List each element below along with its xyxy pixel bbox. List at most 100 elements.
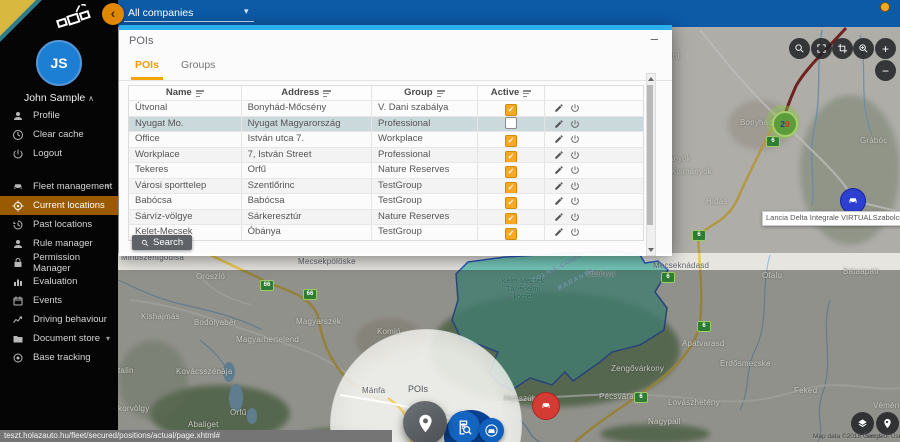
company-selector[interactable]: All companies (128, 7, 193, 19)
active-checkbox[interactable]: ✓ (505, 228, 517, 240)
sidebar-item-driving-behaviour[interactable]: Driving behaviour (0, 310, 118, 329)
edit-poi-button[interactable] (554, 212, 564, 222)
dialog-tabs: POIs Groups (119, 54, 672, 81)
cluster-count-b: 0 (785, 119, 790, 129)
header-address[interactable]: Address (242, 86, 372, 100)
toggle-poi-button[interactable] (570, 103, 580, 113)
trend-icon (12, 314, 24, 326)
cell-actions (545, 117, 643, 132)
zoom-in-button[interactable]: + (875, 38, 896, 59)
crop-select-button[interactable] (832, 38, 853, 59)
vehicle-marker-red[interactable] (532, 392, 560, 420)
toggle-poi-button[interactable] (570, 212, 580, 222)
terms-link[interactable]: Terms of Use (864, 433, 900, 440)
avatar[interactable]: JS (36, 40, 82, 86)
notification-badge (880, 2, 890, 12)
toggle-poi-button[interactable] (570, 196, 580, 206)
chevron-down-icon[interactable]: ▾ (244, 6, 249, 17)
dialog-scrollbar[interactable] (646, 73, 656, 256)
toggle-poi-button[interactable] (570, 150, 580, 160)
zoom-area-button[interactable] (853, 38, 874, 59)
cell-actions (545, 132, 643, 147)
scroll-down-arrow[interactable] (648, 248, 654, 252)
edit-poi-button[interactable] (554, 181, 564, 191)
edit-poi-button[interactable] (554, 196, 564, 206)
header-group[interactable]: Group (372, 86, 478, 100)
toggle-poi-button[interactable] (570, 134, 580, 144)
active-checkbox[interactable]: ✓ (505, 213, 517, 225)
fullscreen-button[interactable] (811, 38, 832, 59)
edit-poi-button[interactable] (554, 165, 564, 175)
vehicle-mode-button[interactable] (479, 418, 504, 442)
layers-button[interactable] (851, 412, 874, 435)
header-name[interactable]: Name (129, 86, 242, 100)
sidebar-item-document-store[interactable]: Document store▾ (0, 329, 118, 348)
edit-poi-button[interactable] (554, 134, 564, 144)
my-location-button[interactable] (876, 412, 899, 435)
toggle-poi-button[interactable] (570, 181, 580, 191)
sidebar-item-permission-manager[interactable]: Permission Manager (0, 253, 118, 272)
sidebar-item-label: Clear cache (33, 129, 84, 140)
table-row[interactable]: Kelet-MecsekÓbányaTestGroup✓ (129, 224, 643, 240)
toggle-poi-button[interactable] (570, 227, 580, 237)
calendar-icon (12, 295, 24, 307)
sort-icon (196, 89, 204, 97)
toggle-poi-button[interactable] (570, 119, 580, 129)
table-row[interactable]: Sárvíz-völgyeSárkeresztúrNature Reserves… (129, 209, 643, 225)
cell-active: ✓ (478, 179, 546, 194)
toggle-poi-button[interactable] (570, 165, 580, 175)
cell-address: 7, István Street (242, 148, 372, 163)
map-place-label: korvölgy (118, 404, 149, 413)
table-row[interactable]: Workplace7, István StreetProfessional✓ (129, 147, 643, 163)
table-row[interactable]: TekeresOrfűNature Reserves✓ (129, 162, 643, 178)
scrollbar-thumb[interactable] (647, 85, 653, 225)
active-checkbox[interactable]: ✓ (505, 135, 517, 147)
edit-poi-button[interactable] (554, 103, 564, 113)
sidebar-item-events[interactable]: Events (0, 291, 118, 310)
cell-name: Workplace (129, 148, 242, 163)
active-checkbox[interactable]: ✓ (505, 182, 517, 194)
sidebar-item-label: Rule manager (33, 238, 93, 249)
cell-address: Szentlőrinc (242, 179, 372, 194)
collapse-panel-button[interactable]: ‹ (102, 3, 124, 25)
sort-icon (323, 89, 331, 97)
active-checkbox[interactable] (505, 117, 517, 129)
table-row[interactable]: Nyugat Mo.Nyugat MagyarországProfessiona… (129, 116, 643, 132)
search-map-button[interactable] (789, 38, 810, 59)
table-row[interactable]: Városi sporttelepSzentlőrincTestGroup✓ (129, 178, 643, 194)
sidebar-item-evaluation[interactable]: Evaluation (0, 272, 118, 291)
poi-pin-button[interactable] (403, 401, 447, 442)
poi-search-button[interactable] (448, 411, 480, 442)
browser-status-url: teszt.holazauto.hu/fleet/secured/positio… (0, 430, 392, 442)
vehicle-cluster-marker[interactable]: 20 (772, 111, 798, 137)
sidebar-item-rule-manager[interactable]: Rule manager (0, 234, 118, 253)
tab-groups[interactable]: Groups (177, 54, 219, 77)
scroll-up-arrow[interactable] (648, 77, 654, 81)
table-row[interactable]: ÚtvonalBonyhád-MőcsényV. Dani szabálya✓ (129, 100, 643, 116)
search-button[interactable]: Search (132, 235, 192, 250)
sidebar-item-logout[interactable]: Logout (0, 144, 118, 163)
edit-poi-button[interactable] (554, 227, 564, 237)
active-checkbox[interactable]: ✓ (505, 151, 517, 163)
table-row[interactable]: OfficeIstván utca 7.Workplace✓ (129, 131, 643, 147)
sidebar-item-current-locations[interactable]: Current locations (0, 196, 118, 215)
edit-poi-button[interactable] (554, 119, 564, 129)
active-checkbox[interactable]: ✓ (505, 166, 517, 178)
sidebar-item-fleet-management[interactable]: Fleet management▾ (0, 177, 118, 196)
edit-poi-button[interactable] (554, 150, 564, 160)
sidebar-item-base-tracking[interactable]: Base tracking (0, 348, 118, 367)
table-row[interactable]: BabócsaBabócsaTestGroup✓ (129, 193, 643, 209)
active-checkbox[interactable]: ✓ (505, 104, 517, 116)
sidebar-item-past-locations[interactable]: Past locations (0, 215, 118, 234)
dialog-title: POIs (129, 35, 153, 47)
sidebar-item-clear-cache[interactable]: Clear cache (0, 125, 118, 144)
sidebar-item-profile[interactable]: Profile (0, 106, 118, 125)
minimize-button[interactable]: – (651, 31, 658, 46)
lock-icon (12, 257, 24, 269)
zoom-out-button[interactable]: − (875, 60, 896, 81)
tab-pois[interactable]: POIs (131, 54, 163, 80)
active-checkbox[interactable]: ✓ (505, 197, 517, 209)
header-active[interactable]: Active (478, 86, 546, 100)
header-actions (545, 86, 643, 100)
user-name[interactable]: John Sample ∧ (0, 92, 118, 104)
